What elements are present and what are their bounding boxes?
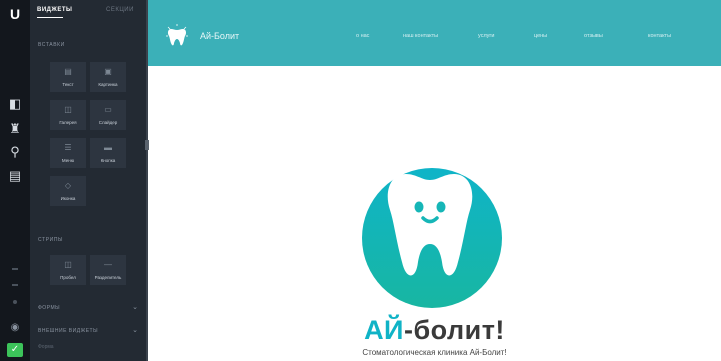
dot-icon[interactable] bbox=[13, 300, 17, 304]
widget-panel: ВИДЖЕТЫ СЕКЦИИ ВСТАВКИ ▤ Текст ▣ Картинк… bbox=[30, 0, 146, 361]
widget-label: Слайдер bbox=[98, 120, 118, 125]
nav-link-reviews[interactable]: отзывы bbox=[584, 33, 603, 39]
shop-icon[interactable]: ♜ bbox=[6, 121, 24, 137]
widget-menu[interactable]: ☰ Меню bbox=[50, 138, 86, 168]
eye-icon[interactable]: ◉ bbox=[6, 320, 24, 336]
nav-link-prices[interactable]: цены bbox=[534, 33, 547, 39]
widget-space[interactable]: ◫ Пробел bbox=[50, 255, 86, 285]
minus-icon[interactable] bbox=[12, 284, 18, 286]
chevron-down-icon: ⌄ bbox=[132, 304, 138, 311]
widget-label: Меню bbox=[61, 158, 75, 163]
chevron-down-icon: ⌄ bbox=[132, 327, 138, 334]
nav-link-about[interactable]: о нас bbox=[356, 33, 369, 39]
tooth-logo-icon[interactable] bbox=[165, 24, 189, 48]
app-logo[interactable]: U bbox=[5, 4, 25, 24]
hero-subtitle: Стоматологическая клиника Ай-Болит! bbox=[362, 348, 507, 357]
nav-link-contacts[interactable]: контакты bbox=[648, 33, 671, 39]
section-external-toggle[interactable]: ВНЕШНИЕ ВИДЖЕТЫ ⌄ bbox=[38, 325, 140, 337]
slider-icon: ▭ bbox=[104, 105, 112, 114]
widget-label: Иконка bbox=[60, 196, 76, 201]
button-icon: ▬ bbox=[104, 143, 112, 152]
widget-button[interactable]: ▬ Кнопка bbox=[90, 138, 126, 168]
widget-label: Текст bbox=[62, 82, 74, 87]
section-label: ВНЕШНИЕ ВИДЖЕТЫ bbox=[38, 328, 99, 334]
widget-label: Картинка bbox=[98, 82, 118, 87]
minus-icon[interactable] bbox=[12, 268, 18, 270]
site-header: Ай-Болит о нас наш контакты услуги цены … bbox=[148, 0, 721, 66]
hero-title: АЙ-болит! bbox=[148, 315, 721, 346]
widget-icon[interactable]: ◇ Иконка bbox=[50, 176, 86, 206]
widget-label: Разделитель bbox=[94, 275, 122, 280]
pages-icon[interactable]: ◧ bbox=[6, 96, 24, 112]
gallery-icon: ◫ bbox=[64, 105, 72, 114]
menu-icon: ☰ bbox=[64, 143, 72, 152]
text-icon: ▤ bbox=[64, 67, 72, 76]
panel-tabs: ВИДЖЕТЫ СЕКЦИИ bbox=[30, 0, 146, 22]
widget-label: Кнопка bbox=[100, 158, 116, 163]
tooth-mascot-icon bbox=[387, 174, 473, 276]
check-icon[interactable]: ✓ bbox=[7, 343, 23, 357]
tab-widgets[interactable]: ВИДЖЕТЫ bbox=[37, 7, 72, 13]
tool-rail: U ◧ ♜ ⚲ ▤ ◉ ✓ bbox=[0, 0, 30, 361]
nav-link-services[interactable]: услуги bbox=[478, 33, 494, 39]
chat-icon[interactable]: ▤ bbox=[6, 168, 24, 184]
nav-link-contacts-alt[interactable]: наш контакты bbox=[403, 33, 438, 39]
strip-widgets-grid: ◫ Пробел — Разделитель bbox=[36, 255, 140, 291]
section-basic-label: ВСТАВКИ bbox=[38, 42, 65, 48]
basic-widgets-grid: ▤ Текст ▣ Картинка ◫ Галерея ▭ Слайдер ☰… bbox=[36, 62, 140, 222]
section-label: ФОРМЫ bbox=[38, 305, 61, 311]
hero-title-accent: АЙ bbox=[364, 315, 404, 345]
widget-label: Галерея bbox=[59, 120, 77, 125]
space-icon: ◫ bbox=[64, 260, 72, 269]
editor-app: U ◧ ♜ ⚲ ▤ ◉ ✓ ВИДЖЕТЫ СЕКЦИИ ВСТАВКИ ▤ Т… bbox=[0, 0, 721, 361]
tab-sections[interactable]: СЕКЦИИ bbox=[106, 7, 134, 13]
image-icon: ▣ bbox=[104, 67, 112, 76]
widget-label: Пробел bbox=[60, 275, 76, 280]
widget-gallery[interactable]: ◫ Галерея bbox=[50, 100, 86, 130]
widget-text[interactable]: ▤ Текст bbox=[50, 62, 86, 92]
widget-slider[interactable]: ▭ Слайдер bbox=[90, 100, 126, 130]
divider-icon: — bbox=[104, 260, 112, 269]
active-tab-indicator bbox=[37, 17, 63, 18]
widget-image[interactable]: ▣ Картинка bbox=[90, 62, 126, 92]
hero-title-main: -болит! bbox=[403, 315, 505, 345]
resize-handle[interactable] bbox=[145, 140, 149, 150]
site-name[interactable]: Ай-Болит bbox=[200, 31, 239, 41]
widget-divider[interactable]: — Разделитель bbox=[90, 255, 126, 285]
section-strips-label: СТРИПЫ bbox=[38, 237, 64, 243]
lightbulb-icon[interactable]: ⚲ bbox=[6, 144, 24, 160]
section-forms-toggle[interactable]: ФОРМЫ ⌄ bbox=[38, 302, 140, 314]
star-icon: ◇ bbox=[64, 181, 72, 190]
sub-item[interactable]: Форма bbox=[38, 344, 54, 350]
